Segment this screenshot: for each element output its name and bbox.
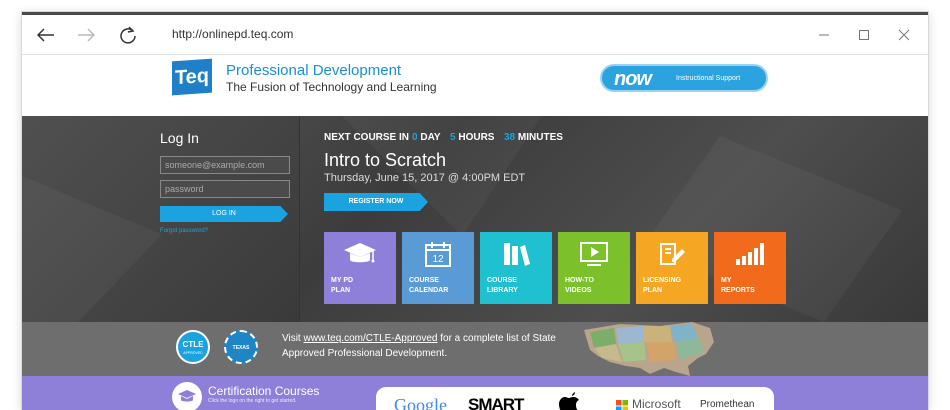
- login-title: Log In: [160, 130, 199, 146]
- texas-seal: TEXAS: [224, 330, 258, 364]
- tile-label: MY REPORTS: [721, 276, 781, 296]
- back-button[interactable]: [34, 23, 58, 47]
- countdown-days: 0 DAY: [412, 132, 441, 143]
- tile-label: COURSE CALENDAR: [409, 276, 469, 296]
- countdown-hours: 5 HOURS: [450, 132, 494, 143]
- maximize-button[interactable]: [854, 25, 874, 45]
- tile-label-line: COURSE: [487, 277, 517, 284]
- close-button[interactable]: [894, 25, 914, 45]
- arrow-left-icon: [37, 28, 54, 42]
- refresh-icon: [120, 26, 136, 44]
- microsoft-logo-icon: [616, 399, 628, 410]
- brand-title: Professional Development: [226, 62, 402, 79]
- minimize-icon: [819, 34, 829, 36]
- password-field[interactable]: password: [160, 180, 290, 198]
- tile-label-line: LIBRARY: [487, 287, 518, 294]
- certification-subtitle: Click the logo on the right to get start…: [208, 398, 297, 404]
- seal-approved-text: APPROVED: [183, 351, 203, 355]
- tile-label-line: COURSE: [409, 277, 439, 284]
- countdown-minutes-unit: MINUTES: [517, 132, 563, 143]
- promethean-logo[interactable]: Promethean: [700, 399, 754, 410]
- browser-window: http://onlinepd.teq.com Teq Professional…: [22, 12, 928, 410]
- smart-logo[interactable]: SMART: [468, 395, 524, 410]
- tile-label-line: PLAN: [331, 287, 351, 294]
- countdown-days-unit: DAY: [420, 132, 441, 143]
- now-logo-text: now: [614, 68, 652, 90]
- browser-toolbar: http://onlinepd.teq.com: [22, 15, 928, 55]
- video-icon: [558, 240, 630, 268]
- certification-title: Certification Courses: [208, 384, 320, 398]
- partner-logos: Google SMART Microsoft Promethean: [376, 387, 774, 410]
- seal-ctle-text: CTLE: [183, 340, 205, 349]
- site-header: Teq Professional Development The Fusion …: [22, 56, 928, 116]
- brand-subtitle: The Fusion of Technology and Learning: [226, 80, 437, 94]
- tile-my-pd-plan[interactable]: MY PD PLAN: [324, 232, 396, 304]
- tile-label: MY PD PLAN: [331, 276, 391, 296]
- tile-label: LICENSING PLAN: [643, 276, 703, 296]
- tile-label-line: PLAN: [643, 287, 663, 294]
- maximize-icon: [859, 30, 869, 40]
- tile-course-calendar[interactable]: 12 COURSE CALENDAR: [402, 232, 474, 304]
- tile-label-line: HOW-TO: [565, 277, 594, 284]
- forward-button[interactable]: [74, 23, 98, 47]
- email-field[interactable]: someone@example.com: [160, 156, 290, 174]
- countdown-hours-value: 5: [450, 132, 456, 143]
- forgot-password-link[interactable]: Forgot password?: [160, 228, 208, 234]
- calendar-day: 12: [432, 254, 444, 265]
- hero-section: Log In someone@example.com password LOG …: [22, 116, 928, 322]
- course-title: Intro to Scratch: [324, 150, 447, 170]
- countdown-days-value: 0: [412, 132, 418, 143]
- tile-label-line: CALENDAR: [409, 287, 449, 294]
- books-icon: [480, 240, 552, 268]
- ctle-approved-link[interactable]: www.teq.com/CTLE-Approved: [304, 333, 438, 344]
- now-badge-tag: Instructional Support: [676, 75, 741, 82]
- calendar-icon: 12: [402, 240, 474, 268]
- countdown-label: NEXT COURSE IN: [324, 132, 410, 143]
- refresh-button[interactable]: [116, 23, 140, 47]
- register-now-button[interactable]: REGISTER NOW: [324, 193, 428, 211]
- tile-label-line: LICENSING: [643, 277, 682, 284]
- ctle-banner: CTLE APPROVED TEXAS Visit www.teq.com/CTL…: [22, 322, 928, 376]
- certification-section: Certification Courses Click the logo on …: [22, 376, 928, 410]
- background-facet: [22, 176, 162, 322]
- minimize-button[interactable]: [814, 25, 834, 45]
- countdown-minutes-value: 38: [504, 132, 516, 143]
- us-map-image: [584, 322, 714, 376]
- now-instructional-support-badge[interactable]: now Instructional Support: [600, 64, 768, 92]
- tile-label: HOW-TO VIDEOS: [565, 276, 625, 296]
- countdown-minutes: 38 MINUTES: [504, 132, 563, 143]
- apple-logo-icon[interactable]: [556, 389, 586, 410]
- ctle-text-before: Visit: [282, 333, 304, 344]
- tile-licensing-plan[interactable]: LICENSING PLAN: [636, 232, 708, 304]
- arrow-right-icon: [78, 28, 95, 42]
- pencil-doc-icon: [636, 240, 708, 268]
- tile-label: COURSE LIBRARY: [487, 276, 547, 296]
- tile-label-line: MY PD: [331, 277, 354, 284]
- teq-logo[interactable]: Teq: [172, 58, 212, 96]
- seal-texas-text: TEXAS: [233, 345, 250, 351]
- countdown-hours-unit: HOURS: [458, 132, 495, 143]
- login-button[interactable]: LOG IN: [160, 206, 288, 222]
- tile-label-line: VIDEOS: [565, 287, 592, 294]
- ctle-approved-seal: CTLE APPROVED: [176, 330, 210, 364]
- tile-label-line: MY: [721, 277, 732, 284]
- tile-my-reports[interactable]: MY REPORTS: [714, 232, 786, 304]
- graduation-cap-icon: [172, 382, 202, 410]
- tile-label-line: REPORTS: [721, 287, 755, 294]
- tile-how-to-videos[interactable]: HOW-TO VIDEOS: [558, 232, 630, 304]
- ctle-message: Visit www.teq.com/CTLE-Approved for a co…: [282, 331, 572, 361]
- google-logo[interactable]: Google: [394, 395, 447, 410]
- address-bar[interactable]: http://onlinepd.teq.com: [172, 27, 293, 41]
- close-icon: [898, 29, 910, 41]
- course-date: Thursday, June 15, 2017 @ 4:00PM EDT: [324, 172, 526, 184]
- tile-course-library[interactable]: COURSE LIBRARY: [480, 232, 552, 304]
- microsoft-logo[interactable]: Microsoft: [632, 397, 681, 410]
- login-panel: Log In someone@example.com password LOG …: [22, 116, 300, 322]
- graduation-cap-icon: [324, 240, 396, 268]
- bar-chart-icon: [714, 240, 786, 268]
